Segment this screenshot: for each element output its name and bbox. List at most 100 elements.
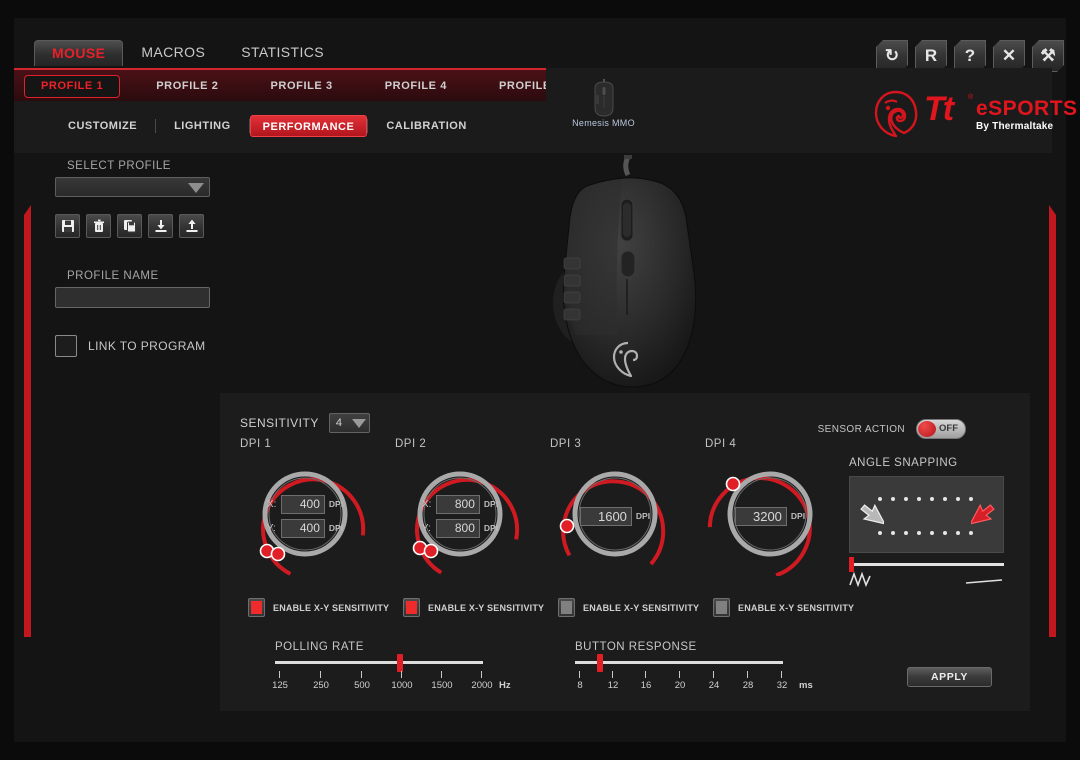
mouse-product-image [553, 155, 697, 388]
dpi4-value[interactable]: 3200 [734, 506, 787, 526]
enable-xy-label: ENABLE X-Y SENSITIVITY [428, 602, 545, 613]
tab-statistics[interactable]: STATISTICS [223, 39, 342, 66]
profile-tab-2[interactable]: PROFILE 2 [130, 70, 244, 103]
link-to-program-checkbox[interactable] [55, 335, 77, 357]
response-tick-8: 8 [577, 680, 583, 691]
application-window: MOUSE MACROS STATISTICS ↻ R ? ✕ ⚒ PROFIL… [0, 0, 1080, 760]
angle-snapping-block: ANGLE SNAPPING [849, 457, 1004, 589]
sensor-action-row: SENSOR ACTION OFF [818, 419, 966, 439]
polling-rate-unit: Hz [499, 680, 511, 691]
polling-tick-2000: 2000 [471, 680, 493, 691]
dpi-dial[interactable]: X: 400 DPI Y: 400 DPI [240, 456, 370, 576]
sub-tab-bar: CUSTOMIZE LIGHTING PERFORMANCE CALIBRATI… [14, 101, 582, 153]
dpi-unit: DPI [483, 523, 499, 533]
enable-xy-row-2: ENABLE X-Y SENSITIVITY [403, 598, 544, 617]
floppy-disk-icon [61, 220, 74, 232]
button-response-thumb[interactable] [597, 654, 603, 672]
enable-xy-row-4: ENABLE X-Y SENSITIVITY [713, 598, 854, 617]
polling-tick-1000: 1000 [391, 680, 413, 691]
response-tick-28: 28 [742, 680, 754, 691]
sensitivity-label: SENSITIVITY [240, 416, 319, 430]
profile-tab-3[interactable]: PROFILE 3 [245, 70, 359, 103]
profile-tab-bar: PROFILE 1 PROFILE 2 PROFILE 3 PROFILE 4 … [14, 68, 576, 103]
apply-button[interactable]: APPLY [907, 667, 992, 687]
dpi-stage-title: DPI 2 [395, 438, 427, 450]
dpi3-value[interactable]: 1600 [579, 506, 632, 526]
angle-snapping-thumb[interactable] [849, 557, 854, 572]
tab-calibration[interactable]: CALIBRATION [368, 115, 484, 137]
button-response-block: BUTTON RESPONSE 8 12 16 20 24 28 32 ms [575, 641, 813, 691]
tab-mouse[interactable]: MOUSE [34, 40, 124, 66]
select-profile-label: SELECT PROFILE [67, 160, 171, 172]
enable-xy-checkbox-4[interactable] [713, 598, 730, 617]
dpi-dial[interactable]: X: 800 DPI Y: 800 DPI [395, 456, 525, 576]
profile-tab-4[interactable]: PROFILE 4 [359, 70, 473, 103]
download-icon [155, 220, 166, 232]
profile-name-input[interactable] [55, 287, 210, 308]
profile-name-label: PROFILE NAME [67, 270, 159, 282]
chevron-down-icon [188, 183, 204, 193]
dpi-stage-3: DPI 3 1600 DPI [550, 438, 680, 576]
response-tick-24: 24 [708, 680, 720, 691]
link-to-program-label: LINK TO PROGRAM [88, 339, 206, 353]
dpi-dial[interactable]: 3200 DPI [705, 456, 835, 576]
upload-icon [186, 219, 197, 232]
profile-tab-list: PROFILE 1 PROFILE 2 PROFILE 3 PROFILE 4 … [14, 70, 587, 103]
enable-xy-label: ENABLE X-Y SENSITIVITY [273, 602, 390, 613]
sensor-action-label: SENSOR ACTION [817, 423, 905, 435]
profile-tab-1[interactable]: PROFILE 1 [24, 75, 121, 98]
dpi-dial[interactable]: 1600 DPI [550, 456, 680, 576]
window-frame-top [0, 0, 1080, 18]
enable-xy-checkbox-2[interactable] [403, 598, 420, 617]
polling-tick-125: 125 [272, 680, 288, 691]
dragon-emblem-icon [874, 90, 918, 138]
dpi-unit: DPI [328, 523, 344, 533]
enable-xy-checkbox-3[interactable] [558, 598, 575, 617]
dpi-unit: DPI [328, 499, 344, 509]
brand-registered-mark: ® [968, 94, 974, 101]
polling-rate-slider[interactable]: 125 250 500 1000 1500 2000 Hz [272, 654, 511, 691]
dpi2-x-value[interactable]: 800 [435, 494, 480, 514]
select-profile-dropdown[interactable] [55, 177, 210, 197]
delete-profile-button[interactable] [86, 214, 111, 238]
tab-performance[interactable]: PERFORMANCE [249, 115, 368, 137]
button-response-slider[interactable]: 8 12 16 20 24 28 32 ms [575, 654, 813, 691]
device-thumbnail-icon[interactable] [586, 78, 622, 118]
import-profile-button[interactable] [148, 214, 173, 238]
dpi1-y-value[interactable]: 400 [280, 518, 325, 538]
dpi-stage-title: DPI 3 [550, 438, 582, 450]
zigzag-icon [849, 571, 871, 587]
cursor-arrow-gray-icon [860, 503, 884, 525]
tab-lighting[interactable]: LIGHTING [156, 115, 249, 137]
tab-customize[interactable]: CUSTOMIZE [50, 115, 155, 137]
button-response-unit: ms [799, 680, 813, 691]
dpi-stage-4: DPI 4 3200 DPI [705, 438, 835, 576]
response-tick-12: 12 [607, 680, 619, 691]
axis-x-label: X: [266, 498, 277, 510]
dot-row-bottom [878, 531, 973, 535]
straight-line-icon [965, 579, 1003, 584]
dpi2-y-value[interactable]: 800 [435, 518, 480, 538]
axis-x-label: X: [421, 498, 432, 510]
sensor-action-toggle[interactable]: OFF [916, 419, 966, 439]
copy-profile-button[interactable] [117, 214, 142, 238]
angle-snapping-label: ANGLE SNAPPING [849, 457, 958, 469]
dpi-unit: DPI [483, 499, 499, 509]
dpi-stage-title: DPI 4 [705, 438, 737, 450]
tab-macros[interactable]: MACROS [123, 39, 223, 66]
enable-xy-row-1: ENABLE X-Y SENSITIVITY [248, 598, 389, 617]
response-tick-32: 32 [776, 680, 788, 691]
export-profile-button[interactable] [179, 214, 204, 238]
save-profile-button[interactable] [55, 214, 80, 238]
dpi-unit: DPI [635, 511, 651, 521]
axis-y-label: Y: [421, 522, 431, 534]
dpi1-x-value[interactable]: 400 [280, 494, 325, 514]
enable-xy-checkbox-1[interactable] [248, 598, 265, 617]
dot-row-top [878, 497, 973, 501]
cursor-arrow-red-icon [971, 503, 995, 525]
polling-rate-thumb[interactable] [397, 654, 403, 672]
dpi-unit: DPI [790, 511, 806, 521]
sensitivity-dropdown[interactable]: 4 [328, 413, 370, 433]
angle-snapping-slider[interactable] [849, 557, 1004, 572]
axis-y-label: Y: [266, 522, 276, 534]
